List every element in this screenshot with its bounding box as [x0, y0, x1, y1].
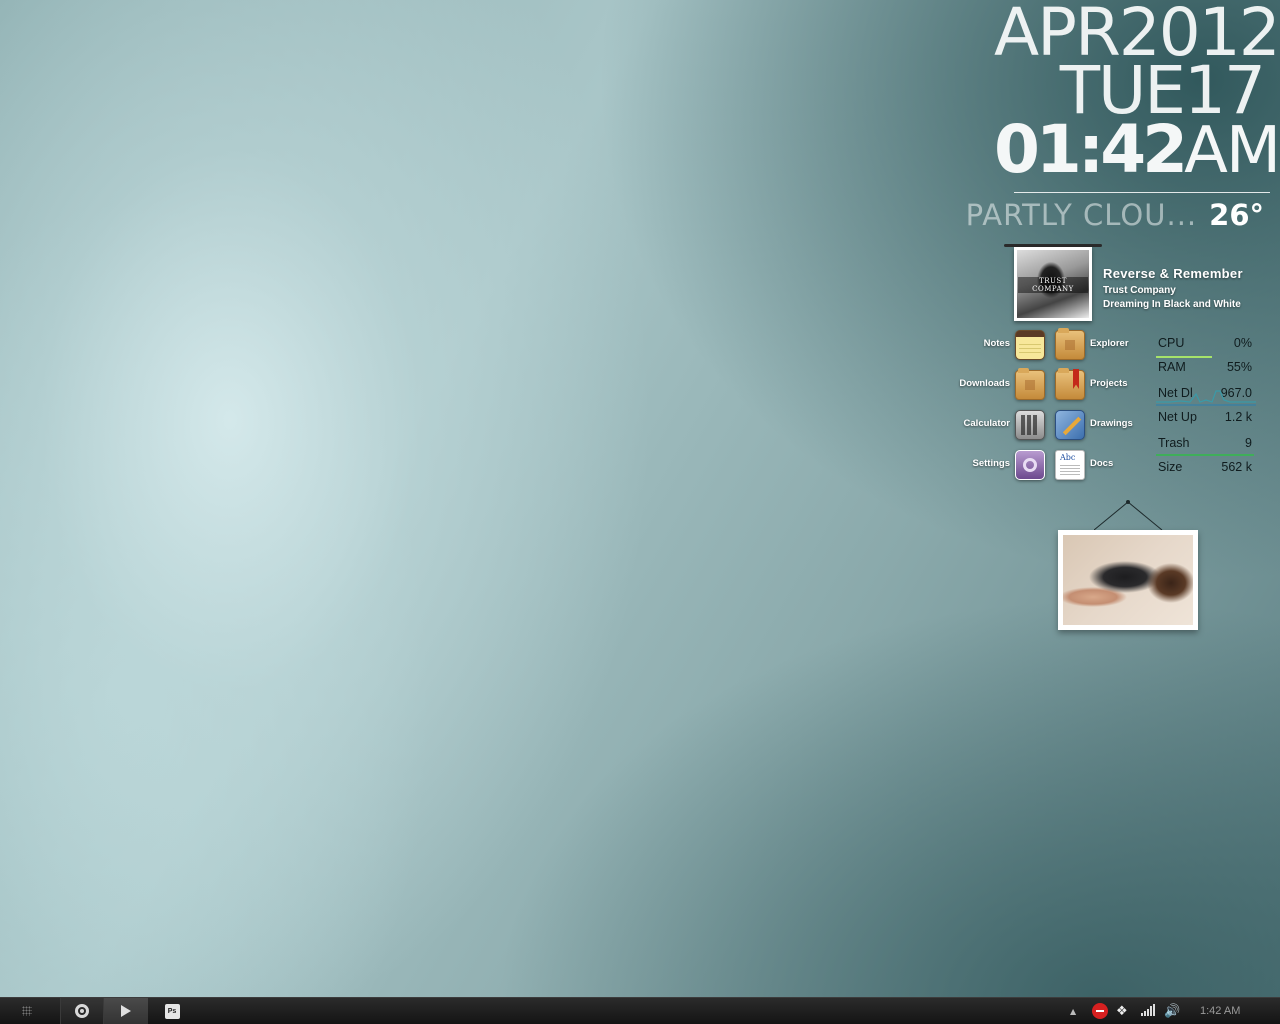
taskbar-photoshop[interactable]: Ps	[150, 998, 194, 1024]
weather-temperature: 26°	[1209, 198, 1264, 232]
network-sparkline	[1156, 390, 1256, 406]
photo-image	[1063, 535, 1193, 625]
home-glyph	[1065, 340, 1075, 350]
stat-net-up: Net Up 1.2 k	[1156, 410, 1254, 428]
stat-label: Size	[1158, 460, 1183, 474]
clock-divider	[1014, 192, 1270, 193]
track-title: Reverse & Remember	[1103, 266, 1243, 281]
bookmark-glyph	[1073, 369, 1079, 389]
calculator-icon[interactable]	[1015, 410, 1045, 440]
downloads-folder-icon[interactable]	[1015, 368, 1045, 400]
stat-label: Net Up	[1158, 410, 1197, 424]
stat-value: 1.2 k	[1224, 410, 1252, 424]
clock-widget: APR2012 TUE17 01:42AM	[994, 0, 1280, 184]
stat-ram: RAM 55%	[1156, 360, 1254, 378]
stat-cpu: CPU 0%	[1156, 336, 1254, 354]
album-cover-text: TRUST COMPANY	[1018, 277, 1088, 293]
stat-label: Trash	[1158, 436, 1190, 450]
stat-trash[interactable]: Trash 9	[1156, 436, 1254, 454]
download-glyph	[1025, 380, 1035, 390]
time-display: 01:42AM	[994, 117, 1280, 184]
launcher-label-projects[interactable]: Projects	[1090, 378, 1128, 389]
launcher-label-notes[interactable]: Notes	[930, 338, 1010, 349]
launcher-label-downloads[interactable]: Downloads	[930, 378, 1010, 389]
explorer-folder-icon[interactable]	[1055, 328, 1085, 360]
track-album: Dreaming In Black and White	[1103, 299, 1241, 310]
stat-value: 9	[1245, 436, 1252, 450]
photoshop-icon: Ps	[164, 1003, 180, 1019]
photo-hanger-string	[1094, 500, 1163, 531]
docs-icon-text: Abc	[1060, 453, 1076, 462]
launcher-label-calculator[interactable]: Calculator	[930, 418, 1010, 429]
stat-label: RAM	[1158, 360, 1186, 374]
stat-value: 0%	[1233, 336, 1252, 350]
play-icon	[121, 1005, 131, 1017]
taskbar: Ps ▲ ❖ 🔊 1:42 AM	[0, 997, 1280, 1024]
album-cover-widget[interactable]: TRUST COMPANY	[1004, 244, 1102, 322]
taskbar-chrome[interactable]	[60, 998, 104, 1024]
stat-value: 562 k	[1221, 460, 1252, 474]
drawings-icon[interactable]	[1055, 410, 1085, 440]
cpu-ram-separator	[1156, 356, 1212, 358]
settings-icon[interactable]	[1015, 450, 1045, 480]
dropbox-icon[interactable]: ❖	[1116, 998, 1128, 1024]
stat-value: 55%	[1226, 360, 1252, 374]
tray-security-icon[interactable]	[1092, 1003, 1108, 1019]
stat-label: CPU	[1158, 336, 1185, 350]
trash-separator	[1156, 454, 1254, 456]
volume-icon[interactable]: 🔊	[1164, 998, 1180, 1024]
launcher-label-drawings[interactable]: Drawings	[1090, 418, 1133, 429]
taskbar-media-player[interactable]	[104, 998, 148, 1024]
tray-expand-icon[interactable]: ▲	[1070, 998, 1076, 1024]
network-signal-icon[interactable]	[1141, 1004, 1156, 1016]
photo-frame-widget[interactable]	[1058, 530, 1198, 630]
launcher-label-settings[interactable]: Settings	[930, 458, 1010, 469]
weather-condition: PARTLY CLOU...	[965, 198, 1198, 232]
day-of-week: TUE17	[1059, 52, 1266, 129]
start-button[interactable]	[18, 998, 36, 1024]
notes-icon[interactable]	[1015, 330, 1045, 360]
grid-icon	[22, 1006, 32, 1016]
now-playing-info: Reverse & Remember Trust Company Dreamin…	[1103, 266, 1243, 311]
launcher-label-explorer[interactable]: Explorer	[1090, 338, 1129, 349]
track-artist: Trust Company	[1103, 285, 1176, 296]
taskbar-clock[interactable]: 1:42 AM	[1200, 998, 1240, 1024]
album-cover[interactable]: TRUST COMPANY	[1014, 247, 1092, 321]
chrome-icon	[75, 1004, 89, 1018]
launcher-label-docs[interactable]: Docs	[1090, 458, 1113, 469]
weather-widget: PARTLY CLOU... 26°	[966, 198, 1264, 236]
docs-icon[interactable]: Abc	[1055, 450, 1085, 480]
stat-size: Size 562 k	[1156, 460, 1254, 478]
projects-folder-icon[interactable]	[1055, 368, 1085, 400]
